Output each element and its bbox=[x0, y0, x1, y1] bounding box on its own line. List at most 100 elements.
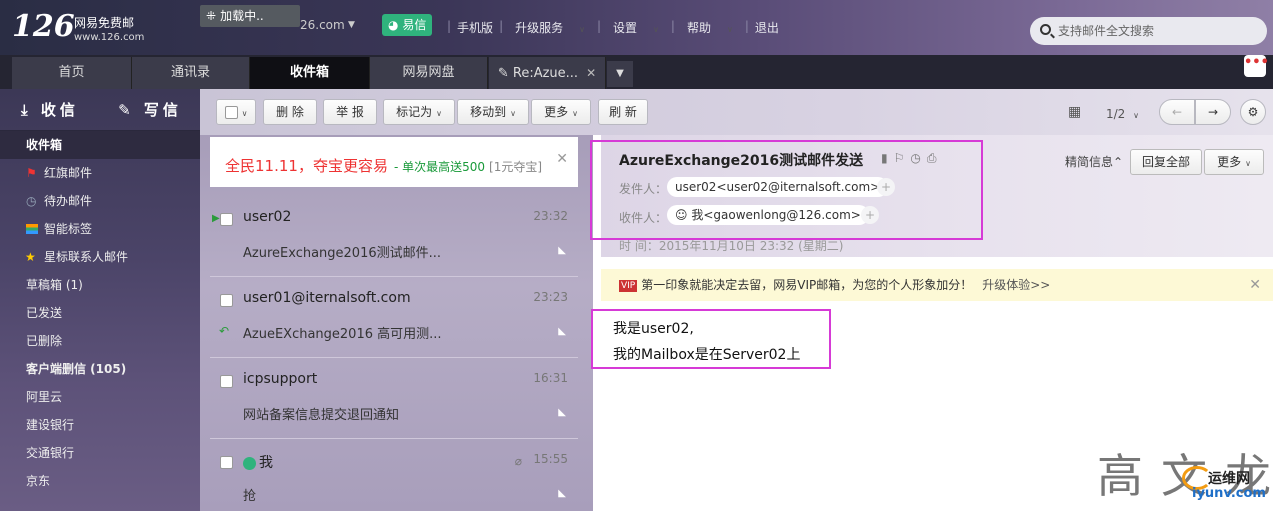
select-all-checkbox[interactable]: ∨ bbox=[216, 99, 256, 125]
sidebar-item-aliyun[interactable]: 阿里云 bbox=[0, 383, 200, 411]
sidebar-item-bocom[interactable]: 交通银行 bbox=[0, 439, 200, 467]
reply-all-button[interactable]: 回复全部 bbox=[1130, 149, 1202, 175]
mail-subject: AzureExchange2016测试邮件... bbox=[243, 246, 442, 261]
sidebar-item-inbox[interactable]: 收件箱 bbox=[0, 131, 200, 159]
prev-page-button[interactable]: ← bbox=[1159, 99, 1195, 125]
mail-checkbox[interactable] bbox=[220, 456, 233, 469]
close-icon[interactable]: ✕ bbox=[586, 66, 596, 80]
page-indicator[interactable]: 1/2 ∨ bbox=[1106, 107, 1139, 121]
sidebar-item-client-deleted[interactable]: 客户端删信 (105) bbox=[0, 355, 200, 383]
sidebar-item-label: 智能标签 bbox=[44, 222, 93, 236]
replied-icon: ↶ bbox=[219, 324, 230, 338]
checkbox bbox=[224, 106, 238, 119]
flag-icon: ⚑ bbox=[26, 166, 37, 180]
tab-home-label: 首页 bbox=[58, 65, 85, 80]
refresh-button[interactable]: 刷 新 bbox=[598, 99, 648, 125]
yixin-label: 易信 bbox=[402, 18, 427, 32]
vip-upgrade-link[interactable]: 升级体验>> bbox=[982, 278, 1050, 292]
mail-list: 全民11.11，夺宝更容易 - 单次最高送500 [1元夺宝] ✕ ▶ user02… bbox=[200, 135, 593, 511]
link-upgrade-label: 升级服务 bbox=[515, 21, 564, 35]
chat-icon[interactable]: ••• bbox=[1244, 55, 1269, 77]
sidebar-item-smart-tags[interactable]: 智能标签 bbox=[0, 215, 200, 243]
flag-icon[interactable]: ◣ bbox=[558, 245, 566, 256]
sidebar-item-flagged[interactable]: ⚑ 红旗邮件 bbox=[0, 159, 200, 187]
calendar-icon[interactable]: ▦ bbox=[1068, 104, 1081, 120]
tab-bar: 首页 通讯录 收件箱 网易网盘 ✎ Re:Azue... ✕ ▼ bbox=[0, 55, 1273, 89]
yixin-button[interactable]: ◕ 易信 bbox=[382, 14, 433, 36]
promo-green: - 单次最高送500 bbox=[393, 160, 486, 174]
flag-icon[interactable]: ◣ bbox=[558, 326, 566, 337]
tab-contacts-label: 通讯录 bbox=[170, 65, 210, 80]
list-item[interactable]: 我 ⌀ 15:55 抢 ◣ bbox=[210, 440, 578, 511]
sidebar-item-sent[interactable]: 已发送 bbox=[0, 299, 200, 327]
tab-home[interactable]: 首页 bbox=[12, 57, 132, 89]
search-input[interactable]: 支持邮件全文搜索 bbox=[1030, 17, 1267, 45]
tab-reply-mail-label: Re:Azue... bbox=[512, 66, 579, 81]
tab-reply-mail[interactable]: ✎ Re:Azue... ✕ bbox=[489, 57, 606, 89]
tab-inbox[interactable]: 收件箱 bbox=[250, 57, 370, 89]
settings-button[interactable]: ⚙ bbox=[1240, 99, 1266, 125]
spinner-icon: ⁜ bbox=[206, 9, 217, 23]
list-item[interactable]: ▶ user02 23:32 AzureExchange2016测试邮件... … bbox=[210, 197, 578, 277]
flag-icon[interactable]: ◣ bbox=[558, 488, 566, 499]
mail-from: 我 bbox=[243, 452, 273, 472]
sidebar-item-ccb[interactable]: 建设银行 bbox=[0, 411, 200, 439]
sidebar-item-label: 星标联系人邮件 bbox=[44, 250, 129, 264]
flag-icon[interactable]: ◣ bbox=[558, 407, 566, 418]
promo-banner[interactable]: 全民11.11，夺宝更容易 - 单次最高送500 [1元夺宝] ✕ bbox=[210, 137, 578, 187]
sidebar-item-label: 红旗邮件 bbox=[44, 166, 93, 180]
sidebar-item-starred[interactable]: ★ 星标联系人邮件 bbox=[0, 243, 200, 271]
link-logout[interactable]: 退出 bbox=[749, 19, 785, 36]
chevron-down-icon: ∨ bbox=[726, 25, 733, 34]
logo-number: 126 bbox=[12, 9, 75, 44]
gear-icon: ⚙ bbox=[1247, 105, 1259, 119]
mail-time: 23:23 bbox=[533, 290, 568, 304]
delete-button[interactable]: 删 除 bbox=[263, 99, 317, 125]
next-page-button[interactable]: → bbox=[1195, 99, 1231, 125]
link-upgrade[interactable]: 升级服务 ∨ bbox=[503, 19, 597, 36]
sidebar-item-drafts[interactable]: 草稿箱 (1) bbox=[0, 271, 200, 299]
chevron-down-icon: ∨ bbox=[1133, 111, 1139, 120]
mail-checkbox[interactable] bbox=[220, 375, 233, 388]
mail-checkbox[interactable] bbox=[220, 294, 233, 307]
reader-more-button[interactable]: 更多 ∨ bbox=[1204, 149, 1264, 175]
sidebar-item-label: 已发送 bbox=[26, 306, 63, 320]
tab-netdisk[interactable]: 网易网盘 bbox=[370, 57, 488, 89]
promo-grey: [1元夺宝] bbox=[489, 160, 543, 174]
receive-button[interactable]: ⤓ 收信 bbox=[0, 99, 100, 120]
mark-as-button[interactable]: 标记为 ∨ bbox=[383, 99, 455, 125]
sidebar-item-label: 已删除 bbox=[26, 334, 63, 348]
brief-info-toggle[interactable]: 精简信息⌃ bbox=[1065, 153, 1123, 170]
account-name[interactable]: 26.com bbox=[300, 18, 345, 32]
chevron-down-icon[interactable]: ▼ bbox=[348, 20, 355, 30]
chevron-down-icon: ∨ bbox=[510, 109, 516, 118]
list-item[interactable]: user01@iternalsoft.com 23:23 ↶ AzueEXcha… bbox=[210, 278, 578, 358]
sidebar-item-deleted[interactable]: 已删除 bbox=[0, 327, 200, 355]
move-to-button[interactable]: 移动到 ∨ bbox=[457, 99, 529, 125]
list-item[interactable]: icpsupport 16:31 网站备案信息提交退回通知 ◣ bbox=[210, 359, 578, 439]
sidebar-item-todo[interactable]: ◷ 待办邮件 bbox=[0, 187, 200, 215]
close-icon[interactable]: ✕ bbox=[1249, 269, 1261, 301]
report-button[interactable]: 举 报 bbox=[323, 99, 377, 125]
receive-label: 收信 bbox=[40, 101, 79, 119]
tab-contacts[interactable]: 通讯录 bbox=[132, 57, 250, 89]
link-settings-label: 设置 bbox=[613, 21, 638, 35]
link-help[interactable]: 帮助 ∨ bbox=[675, 19, 745, 36]
promo-green-text: 单次最高送500 bbox=[402, 160, 486, 174]
logo[interactable]: 126 网易免费邮 www.126.com bbox=[12, 9, 144, 44]
sidebar-item-label: 客户端删信 (105) bbox=[26, 362, 127, 376]
loading-indicator: ⁜ 加载中.. bbox=[200, 5, 300, 27]
mail-subject: AzueEXchange2016 高可用测... bbox=[243, 327, 442, 342]
link-settings[interactable]: 设置 ∨ bbox=[601, 19, 671, 36]
close-icon[interactable]: ✕ bbox=[556, 151, 568, 167]
mail-time: 16:31 bbox=[533, 371, 568, 385]
page-number: 1/2 bbox=[1106, 107, 1126, 121]
sidebar-item-jd[interactable]: 京东 bbox=[0, 467, 200, 495]
more-button[interactable]: 更多 ∨ bbox=[531, 99, 591, 125]
reader-more-label: 更多 bbox=[1217, 155, 1242, 169]
link-mobile[interactable]: 手机版 bbox=[451, 19, 499, 36]
mail-checkbox[interactable] bbox=[220, 213, 233, 226]
tab-more-button[interactable]: ▼ bbox=[607, 61, 633, 87]
brief-label: 精简信息 bbox=[1065, 155, 1114, 169]
compose-button[interactable]: ✎ 写信 bbox=[100, 99, 200, 120]
